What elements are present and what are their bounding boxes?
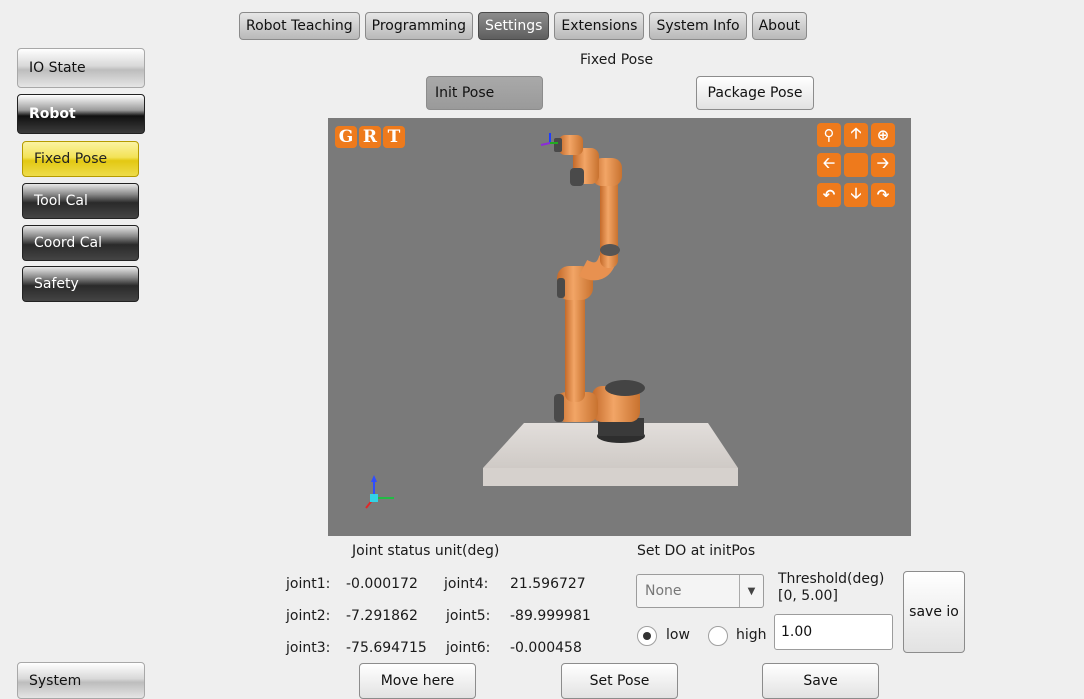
tab-about[interactable]: About <box>751 12 808 40</box>
tab-extensions[interactable]: Extensions <box>554 12 645 40</box>
sidebar-item-safety[interactable]: Safety <box>22 266 139 302</box>
joint6-value: -0.000458 <box>510 640 582 656</box>
joint1-value: -0.000172 <box>346 576 418 592</box>
do-settings-header: Set DO at initPos <box>637 543 756 559</box>
joint5-value: -89.999981 <box>510 608 591 624</box>
init-pose-button[interactable]: Init Pose <box>426 76 543 110</box>
sidebar-item-fixed-pose[interactable]: Fixed Pose <box>22 141 139 177</box>
threshold-range: [0, 5.00] <box>778 588 838 604</box>
page-title: Fixed Pose <box>580 52 654 68</box>
sidebar-system[interactable]: System <box>17 662 145 699</box>
joint3-value: -75.694715 <box>346 640 427 656</box>
radio-selected-dot <box>643 632 651 640</box>
tab-robot-teaching[interactable]: Robot Teaching <box>239 12 360 40</box>
do-select-value: None <box>645 583 682 599</box>
package-pose-button[interactable]: Package Pose <box>696 76 814 110</box>
joint2-value: -7.291862 <box>346 608 418 624</box>
save-io-button[interactable]: save io <box>903 571 965 653</box>
joint1-label: joint1: <box>286 576 331 592</box>
chevron-down-icon: ▼ <box>739 575 763 607</box>
radio-high[interactable] <box>708 626 728 646</box>
joint-status-header: Joint status unit(deg) <box>352 543 500 559</box>
move-here-button[interactable]: Move here <box>359 663 476 699</box>
sidebar-io-state[interactable]: IO State <box>17 48 145 88</box>
joint6-label: joint6: <box>446 640 491 656</box>
world-axis-icon <box>365 475 394 509</box>
joint2-label: joint2: <box>286 608 331 624</box>
radio-high-label: high <box>736 627 767 643</box>
set-pose-button[interactable]: Set Pose <box>561 663 678 699</box>
robot-scene <box>365 133 738 509</box>
do-select[interactable]: None ▼ <box>636 574 764 608</box>
sidebar-item-coord-cal[interactable]: Coord Cal <box>22 225 139 261</box>
joint5-label: joint5: <box>446 608 491 624</box>
threshold-input[interactable] <box>774 614 893 650</box>
tab-programming[interactable]: Programming <box>364 12 473 40</box>
radio-low[interactable] <box>637 626 657 646</box>
tab-system-info[interactable]: System Info <box>649 12 747 40</box>
joint3-label: joint3: <box>286 640 331 656</box>
threshold-label: Threshold(deg) <box>778 571 885 587</box>
robot-3d-viewport[interactable]: G R T ⚲ 🡡 ⊕ 🡠 🡢 ↶ 🡣 ↷ <box>328 118 911 536</box>
sidebar-robot[interactable]: Robot <box>17 94 145 134</box>
top-tab-bar: Robot Teaching Programming Settings Exte… <box>239 12 808 40</box>
robot-arm-model <box>554 135 645 443</box>
radio-low-label: low <box>666 627 690 643</box>
sidebar-item-tool-cal[interactable]: Tool Cal <box>22 183 139 219</box>
joint4-value: 21.596727 <box>510 576 586 592</box>
save-button[interactable]: Save <box>762 663 879 699</box>
joint4-label: joint4: <box>444 576 489 592</box>
tab-settings[interactable]: Settings <box>478 12 550 40</box>
